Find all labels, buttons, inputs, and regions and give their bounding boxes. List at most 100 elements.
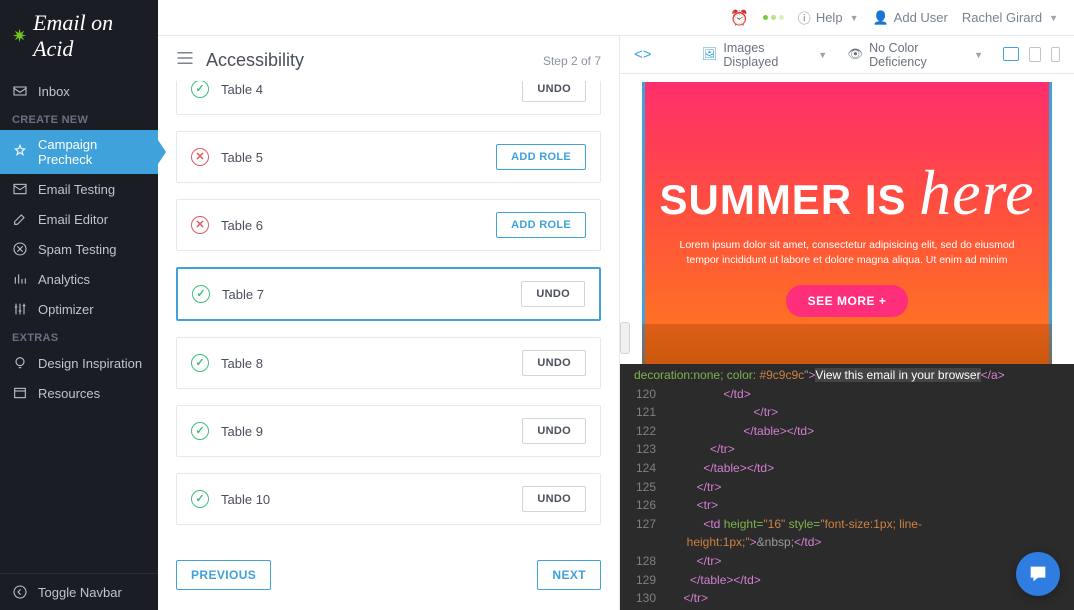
edit-icon (12, 211, 28, 227)
inbox-icon (12, 83, 28, 99)
shield-icon (12, 241, 28, 257)
see-more-button[interactable]: SEE MORE + (786, 285, 909, 317)
sidebar-item-resources[interactable]: Resources (0, 378, 158, 408)
hero-subtitle: Lorem ipsum dolor sit amet, consectetur … (677, 238, 1017, 267)
sidebar-item-label: Inbox (38, 84, 70, 99)
sliders-icon (12, 301, 28, 317)
device-tablet-button[interactable] (1029, 47, 1041, 62)
toggle-navbar-button[interactable]: Toggle Navbar (0, 574, 158, 610)
sidebar-item-email-testing[interactable]: Email Testing (0, 174, 158, 204)
splitter-handle[interactable] (620, 322, 630, 354)
chat-widget-button[interactable] (1016, 552, 1060, 596)
undo-button[interactable]: UNDO (521, 281, 585, 307)
chevron-down-icon: ▼ (1049, 13, 1058, 23)
preview-panel: <> 🖼 Images Displayed ▼ 👁 No Color Defic… (620, 36, 1074, 610)
sidebar-item-email-editor[interactable]: Email Editor (0, 204, 158, 234)
add-user-button[interactable]: 👤 Add User (872, 10, 947, 26)
sidebar-item-label: Campaign Precheck (38, 137, 146, 167)
status-dots (763, 15, 784, 20)
user-plus-icon: 👤 (872, 10, 888, 26)
code-pane[interactable]: decoration:none; color: #9c9c9c">View th… (620, 364, 1074, 610)
notifications-icon[interactable]: ⏰ (730, 9, 749, 27)
status-error-icon: ✕ (191, 216, 209, 234)
menu-icon[interactable] (176, 51, 194, 70)
user-name: Rachel Girard (962, 10, 1042, 25)
analytics-icon (12, 271, 28, 287)
table-row[interactable]: ✓Table 8UNDO (176, 337, 601, 389)
eye-icon: 👁 (847, 47, 863, 62)
topbar: ⏰ ⓘ Help ▼ 👤 Add User Rachel Girard ▼ (158, 0, 1074, 36)
add-role-button[interactable]: ADD ROLE (496, 212, 586, 238)
hero-title: SUMMER IS here (642, 156, 1052, 230)
toggle-label: Toggle Navbar (38, 585, 122, 600)
resources-icon (12, 385, 28, 401)
hero-title-script: here (919, 157, 1034, 228)
sidebar: ✷ Email on Acid Inbox CREATE NEW Campaig… (0, 0, 158, 610)
collapse-icon (12, 584, 28, 600)
code-toggle-icon[interactable]: <> (634, 46, 652, 63)
logo: ✷ Email on Acid (0, 0, 158, 76)
device-mobile-button[interactable] (1051, 47, 1060, 62)
accessibility-panel: Accessibility Step 2 of 7 ✓ Table 4 UNDO ✕ T… (158, 36, 620, 610)
table-row[interactable]: ✓ Table 7 UNDO (176, 267, 601, 321)
help-icon: ⓘ (798, 8, 811, 27)
status-ok-icon: ✓ (191, 354, 209, 372)
table-rows-list: ✓ Table 4 UNDO ✕ Table 5 ADD ROLE ✕ Table 6 ADD … (176, 81, 601, 525)
undo-button[interactable]: UNDO (522, 81, 586, 102)
sidebar-item-label: Spam Testing (38, 242, 117, 257)
main-area: ⏰ ⓘ Help ▼ 👤 Add User Rachel Girard ▼ (158, 0, 1074, 610)
sidebar-item-label: Optimizer (38, 302, 94, 317)
undo-button[interactable]: UNDO (522, 418, 586, 444)
row-label: Table 5 (221, 150, 263, 165)
bulb-icon (12, 355, 28, 371)
sidebar-item-label: Email Editor (38, 212, 108, 227)
precheck-icon (12, 144, 28, 160)
hero-image-bg (642, 324, 1052, 364)
sidebar-section-create: CREATE NEW (0, 106, 158, 130)
status-error-icon: ✕ (191, 148, 209, 166)
row-label: Table 10 (221, 492, 270, 507)
add-role-button[interactable]: ADD ROLE (496, 144, 586, 170)
sidebar-item-label: Email Testing (38, 182, 115, 197)
panel-title: Accessibility (206, 50, 304, 71)
help-label: Help (816, 10, 843, 25)
images-label: Images Displayed (723, 41, 810, 69)
sidebar-item-spam-testing[interactable]: Spam Testing (0, 234, 158, 264)
color-deficiency-dropdown[interactable]: 👁 No Color Deficiency ▼ (847, 41, 983, 69)
mail-check-icon (12, 181, 28, 197)
hero-title-text: SUMMER IS (659, 176, 919, 223)
brand-name: Email on Acid (33, 10, 146, 62)
next-button[interactable]: NEXT (537, 560, 601, 590)
table-row[interactable]: ✓ Table 9 UNDO (176, 405, 601, 457)
sidebar-item-campaign-precheck[interactable]: Campaign Precheck (0, 130, 158, 174)
row-label: Table 6 (221, 218, 263, 233)
previous-button[interactable]: PREVIOUS (176, 560, 271, 590)
row-label: Table 9 (221, 424, 263, 439)
device-desktop-button[interactable] (1003, 47, 1019, 61)
status-ok-icon: ✓ (191, 490, 209, 508)
row-label: Table 7 (222, 287, 264, 302)
images-dropdown[interactable]: 🖼 Images Displayed ▼ (702, 41, 828, 69)
user-menu[interactable]: Rachel Girard ▼ (962, 10, 1058, 25)
sidebar-item-inbox[interactable]: Inbox (0, 76, 158, 106)
sidebar-item-analytics[interactable]: Analytics (0, 264, 158, 294)
sidebar-item-label: Resources (38, 386, 100, 401)
undo-button[interactable]: UNDO (522, 350, 586, 376)
help-menu[interactable]: ⓘ Help ▼ (798, 8, 859, 27)
color-def-label: No Color Deficiency (869, 41, 966, 69)
table-row[interactable]: ✕ Table 5 ADD ROLE (176, 131, 601, 183)
add-user-label: Add User (894, 10, 948, 25)
step-indicator: Step 2 of 7 (543, 54, 601, 68)
status-ok-icon: ✓ (191, 422, 209, 440)
table-row[interactable]: ✕ Table 6 ADD ROLE (176, 199, 601, 251)
undo-button[interactable]: UNDO (522, 486, 586, 512)
table-row[interactable]: ✓ Table 10 UNDO (176, 473, 601, 525)
table-row[interactable]: ✓ Table 4 UNDO (176, 81, 601, 115)
chevron-down-icon: ▼ (818, 50, 827, 60)
sidebar-item-optimizer[interactable]: Optimizer (0, 294, 158, 324)
status-ok-icon: ✓ (191, 81, 209, 98)
image-icon: 🖼 (702, 47, 718, 62)
status-ok-icon: ✓ (192, 285, 210, 303)
sidebar-item-design-inspiration[interactable]: Design Inspiration (0, 348, 158, 378)
row-label: Table 4 (221, 82, 263, 97)
